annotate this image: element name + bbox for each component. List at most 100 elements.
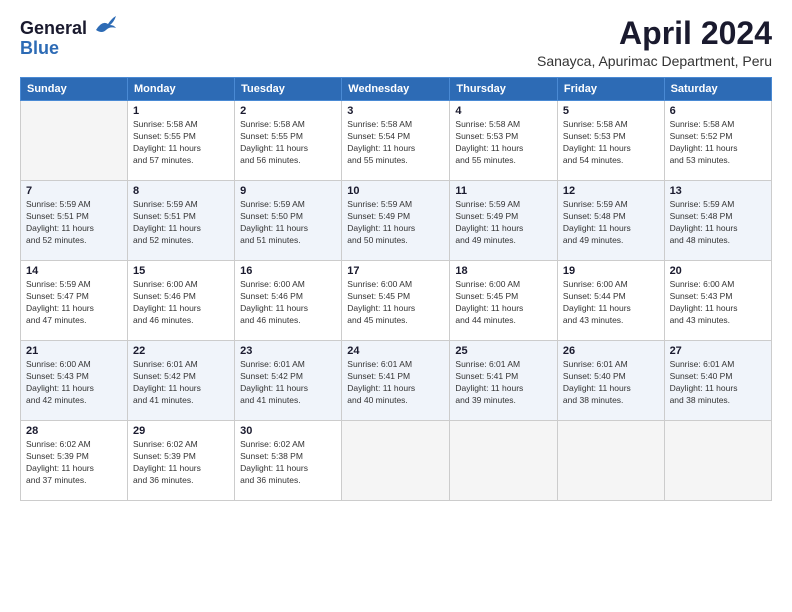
header-sunday: Sunday xyxy=(21,78,128,101)
day-number: 4 xyxy=(455,105,552,117)
day-info: Sunrise: 5:59 AMSunset: 5:51 PMDaylight:… xyxy=(26,199,122,247)
day-info: Sunrise: 5:59 AMSunset: 5:49 PMDaylight:… xyxy=(347,199,444,247)
header-saturday: Saturday xyxy=(664,78,771,101)
day-number: 6 xyxy=(670,105,766,117)
day-number: 29 xyxy=(133,425,229,437)
logo: General Blue xyxy=(20,16,116,57)
calendar-header-row: Sunday Monday Tuesday Wednesday Thursday… xyxy=(21,78,772,101)
table-row: 9 Sunrise: 5:59 AMSunset: 5:50 PMDaylight… xyxy=(235,181,342,261)
header-tuesday: Tuesday xyxy=(235,78,342,101)
day-info: Sunrise: 6:00 AMSunset: 5:45 PMDaylight:… xyxy=(347,279,444,327)
table-row: 6 Sunrise: 5:58 AMSunset: 5:52 PMDaylight… xyxy=(664,101,771,181)
day-info: Sunrise: 5:59 AMSunset: 5:47 PMDaylight:… xyxy=(26,279,122,327)
calendar-week-row: 7 Sunrise: 5:59 AMSunset: 5:51 PMDaylight… xyxy=(21,181,772,261)
header-thursday: Thursday xyxy=(450,78,558,101)
table-row: 8 Sunrise: 5:59 AMSunset: 5:51 PMDaylight… xyxy=(128,181,235,261)
day-info: Sunrise: 6:01 AMSunset: 5:41 PMDaylight:… xyxy=(347,359,444,407)
table-row: 19Sunrise: 6:00 AMSunset: 5:44 PMDayligh… xyxy=(557,261,664,341)
table-row: 27Sunrise: 6:01 AMSunset: 5:40 PMDayligh… xyxy=(664,341,771,421)
day-info: Sunrise: 6:01 AMSunset: 5:42 PMDaylight:… xyxy=(240,359,336,407)
day-info: Sunrise: 6:00 AMSunset: 5:43 PMDaylight:… xyxy=(670,279,766,327)
table-row: 23 Sunrise: 6:01 AMSunset: 5:42 PMDayligh… xyxy=(235,341,342,421)
table-row: 25 Sunrise: 6:01 AMSunset: 5:41 PMDayligh… xyxy=(450,341,558,421)
day-info: Sunrise: 6:01 AMSunset: 5:41 PMDaylight:… xyxy=(455,359,552,407)
table-row: 11 Sunrise: 5:59 AMSunset: 5:49 PMDayligh… xyxy=(450,181,558,261)
day-info: Sunrise: 6:02 AMSunset: 5:38 PMDaylight:… xyxy=(240,439,336,487)
day-info: Sunrise: 5:59 AMSunset: 5:51 PMDaylight:… xyxy=(133,199,229,247)
day-number: 23 xyxy=(240,345,336,357)
day-info: Sunrise: 6:01 AMSunset: 5:42 PMDaylight:… xyxy=(133,359,229,407)
day-info: Sunrise: 6:00 AMSunset: 5:46 PMDaylight:… xyxy=(133,279,229,327)
day-number: 9 xyxy=(240,185,336,197)
day-number: 19 xyxy=(563,265,659,277)
table-row: 15Sunrise: 6:00 AMSunset: 5:46 PMDayligh… xyxy=(128,261,235,341)
table-row: 3Sunrise: 5:58 AMSunset: 5:54 PMDaylight… xyxy=(342,101,450,181)
table-row: 5 Sunrise: 5:58 AMSunset: 5:53 PMDaylight… xyxy=(557,101,664,181)
logo-blue-text: Blue xyxy=(20,39,59,57)
table-row: 26Sunrise: 6:01 AMSunset: 5:40 PMDayligh… xyxy=(557,341,664,421)
calendar-week-row: 14 Sunrise: 5:59 AMSunset: 5:47 PMDayligh… xyxy=(21,261,772,341)
day-number: 13 xyxy=(670,185,766,197)
table-row xyxy=(450,421,558,501)
header: General Blue April 2024 Sanayca, Apurima… xyxy=(20,16,772,69)
title-block: April 2024 Sanayca, Apurimac Department,… xyxy=(537,16,772,69)
table-row: 10 Sunrise: 5:59 AMSunset: 5:49 PMDayligh… xyxy=(342,181,450,261)
header-monday: Monday xyxy=(128,78,235,101)
day-number: 21 xyxy=(26,345,122,357)
day-number: 11 xyxy=(455,185,552,197)
day-number: 7 xyxy=(26,185,122,197)
table-row: 7 Sunrise: 5:59 AMSunset: 5:51 PMDaylight… xyxy=(21,181,128,261)
table-row xyxy=(21,101,128,181)
day-number: 24 xyxy=(347,345,444,357)
table-row: 17Sunrise: 6:00 AMSunset: 5:45 PMDayligh… xyxy=(342,261,450,341)
day-number: 28 xyxy=(26,425,122,437)
day-number: 25 xyxy=(455,345,552,357)
day-number: 16 xyxy=(240,265,336,277)
logo-bird-icon xyxy=(94,16,116,34)
day-info: Sunrise: 5:59 AMSunset: 5:48 PMDaylight:… xyxy=(670,199,766,247)
day-number: 2 xyxy=(240,105,336,117)
logo-general-text: General xyxy=(20,18,87,38)
day-info: Sunrise: 5:59 AMSunset: 5:49 PMDaylight:… xyxy=(455,199,552,247)
day-info: Sunrise: 5:59 AMSunset: 5:50 PMDaylight:… xyxy=(240,199,336,247)
table-row: 20 Sunrise: 6:00 AMSunset: 5:43 PMDayligh… xyxy=(664,261,771,341)
table-row xyxy=(342,421,450,501)
day-info: Sunrise: 5:58 AMSunset: 5:54 PMDaylight:… xyxy=(347,119,444,167)
table-row: 13 Sunrise: 5:59 AMSunset: 5:48 PMDayligh… xyxy=(664,181,771,261)
day-info: Sunrise: 6:00 AMSunset: 5:46 PMDaylight:… xyxy=(240,279,336,327)
day-number: 5 xyxy=(563,105,659,117)
day-info: Sunrise: 5:58 AMSunset: 5:52 PMDaylight:… xyxy=(670,119,766,167)
header-wednesday: Wednesday xyxy=(342,78,450,101)
location-subtitle: Sanayca, Apurimac Department, Peru xyxy=(537,53,772,69)
table-row: 2Sunrise: 5:58 AMSunset: 5:55 PMDaylight… xyxy=(235,101,342,181)
calendar-table: Sunday Monday Tuesday Wednesday Thursday… xyxy=(20,77,772,501)
day-number: 30 xyxy=(240,425,336,437)
month-year-title: April 2024 xyxy=(537,16,772,51)
day-info: Sunrise: 5:59 AMSunset: 5:48 PMDaylight:… xyxy=(563,199,659,247)
day-info: Sunrise: 6:02 AMSunset: 5:39 PMDaylight:… xyxy=(26,439,122,487)
day-info: Sunrise: 6:00 AMSunset: 5:43 PMDaylight:… xyxy=(26,359,122,407)
table-row: 14 Sunrise: 5:59 AMSunset: 5:47 PMDayligh… xyxy=(21,261,128,341)
table-row: 29Sunrise: 6:02 AMSunset: 5:39 PMDayligh… xyxy=(128,421,235,501)
table-row: 4 Sunrise: 5:58 AMSunset: 5:53 PMDaylight… xyxy=(450,101,558,181)
calendar-week-row: 21 Sunrise: 6:00 AMSunset: 5:43 PMDayligh… xyxy=(21,341,772,421)
calendar-week-row: 1 Sunrise: 5:58 AMSunset: 5:55 PMDaylight… xyxy=(21,101,772,181)
day-number: 10 xyxy=(347,185,444,197)
day-info: Sunrise: 5:58 AMSunset: 5:53 PMDaylight:… xyxy=(455,119,552,167)
day-info: Sunrise: 5:58 AMSunset: 5:53 PMDaylight:… xyxy=(563,119,659,167)
table-row: 21 Sunrise: 6:00 AMSunset: 5:43 PMDayligh… xyxy=(21,341,128,421)
table-row: 22Sunrise: 6:01 AMSunset: 5:42 PMDayligh… xyxy=(128,341,235,421)
day-number: 26 xyxy=(563,345,659,357)
table-row: 30 Sunrise: 6:02 AMSunset: 5:38 PMDayligh… xyxy=(235,421,342,501)
table-row: 12Sunrise: 5:59 AMSunset: 5:48 PMDayligh… xyxy=(557,181,664,261)
day-number: 8 xyxy=(133,185,229,197)
table-row xyxy=(557,421,664,501)
table-row: 28 Sunrise: 6:02 AMSunset: 5:39 PMDayligh… xyxy=(21,421,128,501)
day-number: 1 xyxy=(133,105,229,117)
calendar-week-row: 28 Sunrise: 6:02 AMSunset: 5:39 PMDayligh… xyxy=(21,421,772,501)
day-number: 20 xyxy=(670,265,766,277)
table-row: 16 Sunrise: 6:00 AMSunset: 5:46 PMDayligh… xyxy=(235,261,342,341)
day-info: Sunrise: 5:58 AMSunset: 5:55 PMDaylight:… xyxy=(133,119,229,167)
day-number: 27 xyxy=(670,345,766,357)
day-number: 14 xyxy=(26,265,122,277)
